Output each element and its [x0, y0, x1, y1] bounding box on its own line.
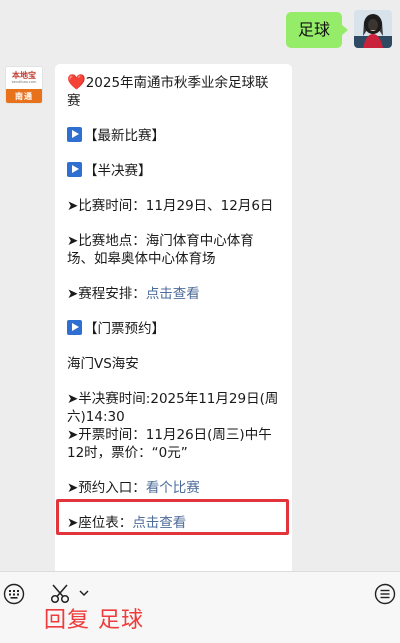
- section-tickets-text: 【门票预约】: [84, 321, 165, 337]
- user-avatar[interactable]: [354, 10, 392, 48]
- heart-icon: ❤️: [67, 73, 86, 91]
- section-tickets: 【门票预约】: [67, 320, 280, 338]
- account-avatar-top: 本地宝 bendibao.com: [6, 67, 42, 89]
- schedule-line: ➤赛程安排：点击查看: [67, 285, 280, 303]
- match-venue-line: ➤比赛地点：海门体育中心体育场、如皋奥体中心体育场: [67, 233, 254, 267]
- scissors-icon[interactable]: [50, 584, 72, 604]
- keyboard-icon[interactable]: [3, 583, 25, 605]
- seat-label: ➤座位表：: [67, 515, 133, 531]
- seat-line: ➤座位表：点击查看: [67, 514, 280, 532]
- account-avatar-sub: bendibao.com: [11, 80, 37, 84]
- section-latest: 【最新比赛】: [67, 127, 280, 145]
- message-title: ❤️2025年南通市秋季业余足球联赛: [67, 73, 280, 110]
- section-semifinal-text: 【半决赛】: [84, 163, 152, 179]
- seat-link[interactable]: 点击查看: [132, 515, 186, 531]
- outgoing-message-row: 足球: [285, 10, 392, 48]
- outgoing-message-text: 足球: [297, 20, 330, 39]
- schedule-link[interactable]: 点击查看: [146, 286, 200, 302]
- account-avatar-city: 南通: [6, 89, 42, 103]
- outgoing-message-bubble[interactable]: 足球: [285, 12, 349, 48]
- account-avatar-brand: 本地宝: [12, 71, 36, 80]
- chevron-down-icon[interactable]: [78, 587, 90, 599]
- message-title-text: 2025年南通市秋季业余足球联赛: [67, 75, 269, 109]
- booking-label: ➤预约入口：: [67, 480, 146, 496]
- bottom-toolbar: 回复 足球: [0, 571, 400, 643]
- incoming-message-bubble: ❤️2025年南通市秋季业余足球联赛 【最新比赛】 【半决赛】 ➤比赛时间：11…: [55, 64, 292, 584]
- booking-line: ➤预约入口：看个比赛: [67, 479, 280, 497]
- play-icon: [67, 162, 82, 177]
- account-avatar[interactable]: 本地宝 bendibao.com 南通: [5, 66, 43, 104]
- user-avatar-image: [354, 10, 392, 48]
- play-icon: [67, 127, 82, 142]
- schedule-label: ➤赛程安排：: [67, 286, 146, 302]
- reply-hint-text: 回复 足球: [44, 608, 144, 633]
- match-teams: 海门VS海安: [67, 356, 139, 372]
- booking-link[interactable]: 看个比赛: [146, 480, 200, 496]
- match-time-line: ➤比赛时间：11月29日、12月6日: [67, 198, 274, 214]
- semifinal-time-line: ➤半决赛时间:2025年11月29日(周六)14:30: [67, 391, 279, 425]
- play-icon: [67, 320, 82, 335]
- menu-icon[interactable]: [374, 583, 396, 605]
- section-latest-text: 【最新比赛】: [84, 128, 165, 144]
- section-semifinal: 【半决赛】: [67, 162, 280, 180]
- ticket-time-line: ➤开票时间：11月26日(周三)中午12时，票价：“0元”: [67, 427, 272, 461]
